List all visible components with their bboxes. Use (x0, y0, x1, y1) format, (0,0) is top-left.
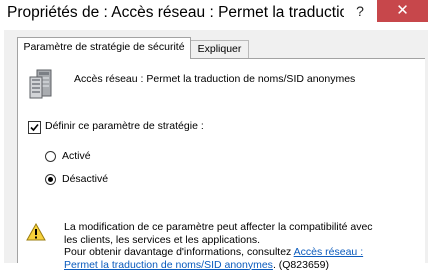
title-bar: Propriétés de : Accès réseau : Permet la… (0, 0, 428, 30)
radio-disabled-label: Désactivé (62, 173, 109, 185)
warning-suffix: . (Q823659) (272, 258, 329, 271)
radio-selected-dot (48, 177, 53, 182)
warning-line-3: Pour obtenir davantage d'informations, c… (64, 246, 294, 258)
help-link-part-1[interactable]: Accès réseau : (294, 246, 363, 258)
window-title: Propriétés de : Accès réseau : Permet la… (7, 4, 347, 21)
radio-enabled-label: Activé (62, 150, 91, 162)
tab-panel: Accès réseau : Permet la traduction de n… (17, 58, 425, 271)
close-button[interactable]: ✕ (377, 0, 428, 22)
radio-enabled[interactable] (45, 151, 56, 162)
warning-icon (26, 222, 46, 241)
help-button[interactable]: ? (344, 0, 376, 22)
warning-line-2: les clients, les services et les applica… (64, 233, 261, 246)
warning-line-1: La modification de ce paramètre peut aff… (64, 221, 373, 233)
help-link-part-2[interactable]: Permet la traduction de noms/SID anonyme… (64, 259, 273, 271)
radio-disabled[interactable] (45, 174, 56, 185)
warning-text: La modification de ce paramètre peut aff… (64, 221, 384, 271)
dialog-body: Paramètre de stratégie de sécurité Expli… (4, 30, 428, 271)
define-policy-label: Définir ce paramètre de stratégie : (45, 120, 204, 132)
tab-security-policy-setting[interactable]: Paramètre de stratégie de sécurité (17, 37, 191, 59)
checkmark-icon (30, 123, 39, 132)
policy-name: Accès réseau : Permet la traduction de n… (74, 73, 356, 85)
define-policy-checkbox[interactable] (28, 121, 41, 134)
tab-explain[interactable]: Expliquer (190, 40, 249, 59)
server-policy-icon (28, 69, 54, 99)
